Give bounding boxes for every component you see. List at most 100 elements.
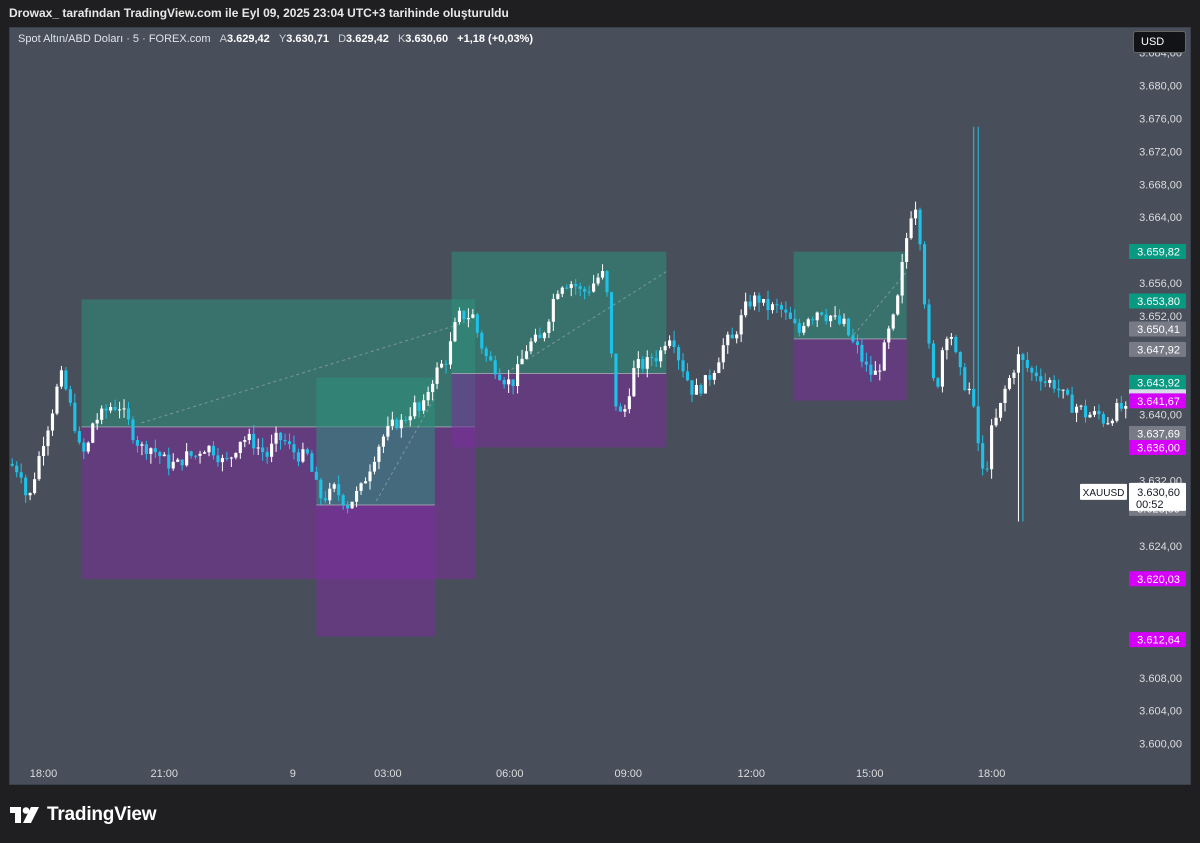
bearish-candle <box>784 309 788 313</box>
bullish-candle <box>1048 380 1052 383</box>
bullish-candle <box>507 379 511 385</box>
bearish-candle <box>922 244 927 305</box>
bullish-candle <box>1012 372 1016 379</box>
bearish-candle <box>189 451 193 456</box>
x-tick-label: 9 <box>290 768 296 780</box>
tradingview-logo-icon <box>10 807 39 823</box>
bullish-candle <box>842 318 846 325</box>
bearish-candle <box>837 315 842 325</box>
y-tick-label: 3.604,00 <box>1139 706 1182 718</box>
bearish-candle <box>931 343 936 379</box>
bearish-candle <box>641 359 645 369</box>
bullish-candle <box>399 419 403 429</box>
high-value: 3.630,71 <box>286 33 330 45</box>
change-value: +1,18 (+0,03%) <box>457 33 534 45</box>
bullish-candle <box>198 453 202 456</box>
x-tick-label: 12:00 <box>737 768 765 780</box>
bearish-candle <box>68 389 72 403</box>
bullish-candle <box>372 461 377 472</box>
bullish-candle <box>900 261 904 296</box>
bearish-candle <box>1101 413 1105 424</box>
bullish-candle <box>914 209 918 219</box>
bullish-candle <box>390 419 394 426</box>
bearish-candle <box>252 433 256 449</box>
price-chart[interactable]: 3.684,003.680,003.676,003.672,003.668,00… <box>0 0 1200 843</box>
bearish-candle <box>73 402 77 432</box>
bullish-candle <box>560 287 564 294</box>
bearish-candle <box>225 458 229 460</box>
bearish-candle <box>1066 389 1070 395</box>
x-tick-label: 18:00 <box>978 768 1006 780</box>
bullish-candle <box>207 445 211 453</box>
symbol-legend[interactable]: Spot Altın/ABD Doları · 5 · FOREX.com A3… <box>18 33 533 45</box>
bearish-candle <box>1030 367 1034 373</box>
bearish-candle <box>864 361 868 365</box>
bullish-candle <box>355 490 359 502</box>
bullish-candle <box>363 481 368 484</box>
bullish-candle <box>1079 405 1083 407</box>
bullish-candle <box>453 322 457 342</box>
bullish-candle <box>50 413 55 431</box>
low-label: D <box>338 33 347 45</box>
bearish-candle <box>1070 394 1074 413</box>
bullish-candle <box>37 456 41 480</box>
bearish-candle <box>24 477 28 496</box>
bearish-candle <box>811 319 815 321</box>
bullish-candle <box>377 446 381 462</box>
bearish-candle <box>489 356 493 361</box>
bullish-candle <box>270 443 274 457</box>
bullish-candle <box>524 351 529 359</box>
bullish-candle <box>149 448 153 454</box>
bearish-candle <box>820 312 824 315</box>
bearish-candle <box>779 304 783 310</box>
bullish-candle <box>596 277 600 284</box>
bearish-candle <box>64 370 68 390</box>
bullish-candle <box>140 444 144 446</box>
bullish-candle <box>882 342 886 371</box>
bearish-candle <box>981 443 985 469</box>
bearish-candle <box>462 310 466 320</box>
currency-button[interactable]: USD <box>1133 31 1186 53</box>
bearish-candle <box>583 288 587 292</box>
bullish-candle <box>431 383 435 393</box>
bearish-candle <box>15 465 19 473</box>
bullish-candle <box>1115 403 1119 421</box>
bearish-candle <box>292 444 296 453</box>
bearish-candle <box>918 209 922 245</box>
bearish-candle <box>605 271 609 293</box>
bearish-candle <box>337 484 341 496</box>
bearish-candle <box>936 378 940 387</box>
y-tick-label: 3.664,00 <box>1139 212 1182 224</box>
bullish-candle <box>542 332 546 339</box>
bullish-candle <box>109 406 113 411</box>
price-label-text: 3.620,03 <box>1137 574 1180 586</box>
x-tick-label: 18:00 <box>30 768 58 780</box>
bullish-candle <box>471 314 475 318</box>
bearish-candle <box>310 453 314 472</box>
bearish-candle <box>538 334 542 339</box>
bearish-candle <box>676 347 681 361</box>
bullish-candle <box>627 396 631 410</box>
symbol-name: Spot Altın/ABD Doları · 5 · FOREX.com <box>18 33 211 45</box>
y-tick-label: 3.624,00 <box>1139 541 1182 553</box>
bullish-candle <box>712 372 716 380</box>
bullish-candle <box>703 375 707 394</box>
bearish-candle <box>976 406 980 444</box>
bearish-candle <box>757 295 761 303</box>
tradingview-logo[interactable]: TradingView <box>10 803 157 827</box>
current-price-text: 3.630,60 <box>1137 487 1180 499</box>
bullish-candle <box>940 350 944 387</box>
bullish-candle <box>176 459 180 462</box>
bullish-candle <box>1016 354 1021 373</box>
bullish-candle <box>998 402 1003 418</box>
bearish-candle <box>681 360 685 372</box>
bearish-candle <box>144 444 148 454</box>
tradingview-logo-text: TradingView <box>47 804 157 825</box>
bearish-candle <box>417 402 421 411</box>
bullish-candle <box>332 484 336 489</box>
bullish-candle <box>600 271 605 278</box>
bullish-candle <box>878 370 882 372</box>
bearish-candle <box>672 340 676 348</box>
bearish-candle <box>278 432 283 441</box>
bullish-candle <box>238 441 242 453</box>
